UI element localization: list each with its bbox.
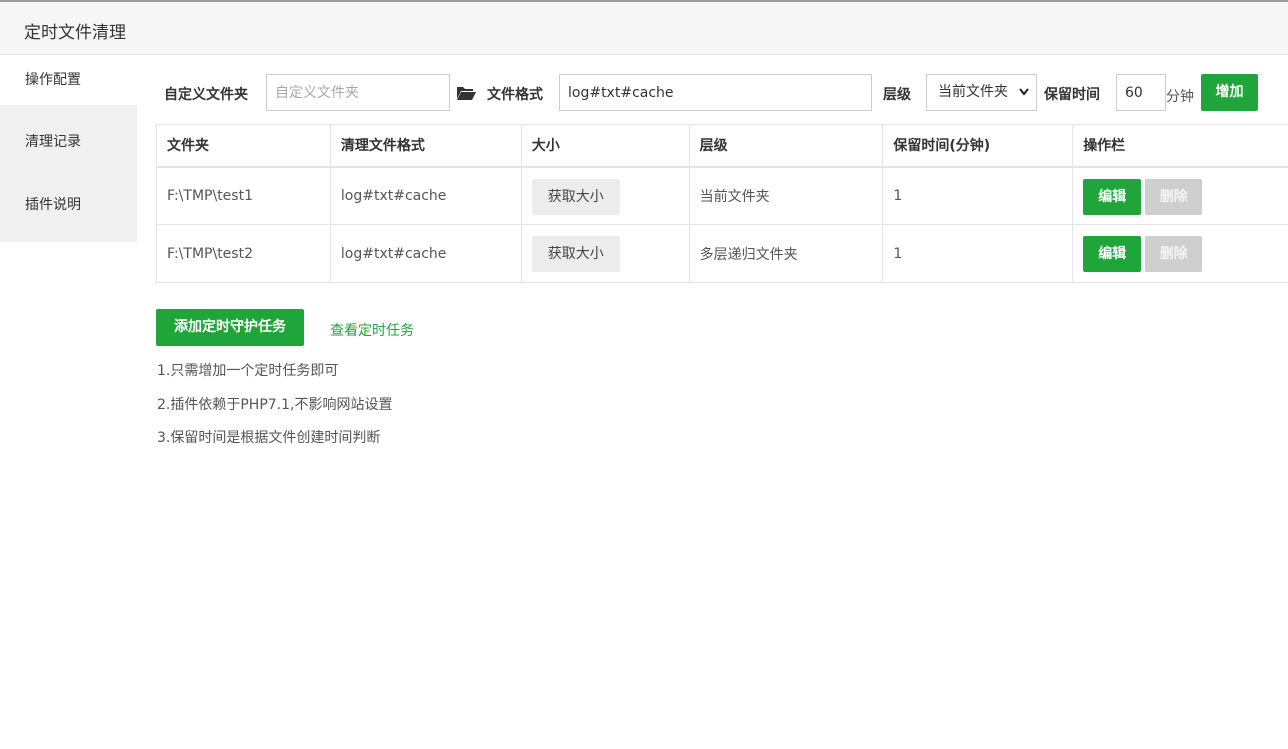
- folder-open-icon[interactable]: [456, 85, 476, 101]
- view-scheduled-task-link[interactable]: 查看定时任务: [330, 320, 414, 340]
- retention-label: 保留时间: [1044, 87, 1100, 103]
- window-title: 定时文件清理: [24, 23, 126, 43]
- sidebar-item-help[interactable]: 插件说明: [0, 180, 137, 230]
- retention-unit: 分钟: [1166, 89, 1194, 105]
- folder-label: 自定义文件夹: [164, 87, 248, 103]
- cleanup-table: 文件夹 清理文件格式 大小 层级 保留时间(分钟) 操作栏 F:\TMP\tes…: [156, 124, 1288, 283]
- header-size: 大小: [520, 124, 690, 168]
- folder-input[interactable]: [266, 74, 450, 111]
- delete-button[interactable]: 删除: [1145, 178, 1203, 215]
- note-2: 2.插件依赖于PHP7.1,不影响网站设置: [157, 397, 393, 413]
- table-header-row: 文件夹 清理文件格式 大小 层级 保留时间(分钟) 操作栏: [156, 124, 1288, 168]
- add-scheduled-task-button[interactable]: 添加定时守护任务: [156, 309, 304, 346]
- edit-button[interactable]: 编辑: [1083, 178, 1142, 215]
- note-3: 3.保留时间是根据文件创建时间判断: [157, 430, 381, 446]
- format-label: 文件格式: [487, 87, 543, 103]
- level-select-value: 当前文件夹: [938, 84, 1008, 100]
- table-row: F:\TMP\test2 log#txt#cache 获取大小 多层递归文件夹 …: [156, 224, 1288, 283]
- header-level: 层级: [688, 124, 884, 168]
- header-format: 清理文件格式: [329, 124, 522, 168]
- format-input[interactable]: [559, 74, 872, 111]
- header-retention: 保留时间(分钟): [882, 124, 1074, 168]
- cell-retention: 1: [882, 166, 1074, 225]
- level-select[interactable]: 当前文件夹: [926, 74, 1037, 111]
- edit-button[interactable]: 编辑: [1083, 236, 1142, 272]
- get-size-button[interactable]: 获取大小: [531, 178, 620, 215]
- sidebar-item-records[interactable]: 清理记录: [0, 117, 137, 167]
- cell-retention: 1: [882, 224, 1074, 283]
- sidebar: 操作配置 清理记录 插件说明: [0, 55, 137, 242]
- add-button[interactable]: 增加: [1201, 74, 1258, 111]
- cell-size: 获取大小: [520, 224, 690, 283]
- header-folder: 文件夹: [156, 124, 331, 168]
- sidebar-item-config[interactable]: 操作配置: [0, 55, 137, 105]
- cell-folder: F:\TMP\test2: [156, 224, 331, 283]
- chevron-down-icon: [1018, 75, 1030, 124]
- cell-format: log#txt#cache: [329, 166, 522, 225]
- delete-button[interactable]: 删除: [1145, 236, 1203, 272]
- cell-size: 获取大小: [520, 166, 690, 225]
- level-label: 层级: [883, 87, 911, 103]
- cell-format: log#txt#cache: [329, 224, 522, 283]
- note-1: 1.只需增加一个定时任务即可: [157, 363, 339, 379]
- header-actions: 操作栏: [1072, 124, 1288, 168]
- title-bar: 定时文件清理: [0, 2, 1288, 55]
- cell-folder: F:\TMP\test1: [156, 166, 331, 225]
- get-size-button[interactable]: 获取大小: [531, 236, 620, 272]
- cell-level: 多层递归文件夹: [688, 224, 884, 283]
- cell-actions: 编辑 删除: [1072, 224, 1288, 283]
- retention-input[interactable]: [1116, 74, 1166, 111]
- cell-level: 当前文件夹: [688, 166, 884, 225]
- cell-actions: 编辑 删除: [1072, 166, 1288, 225]
- table-row: F:\TMP\test1 log#txt#cache 获取大小 当前文件夹 1 …: [156, 166, 1288, 225]
